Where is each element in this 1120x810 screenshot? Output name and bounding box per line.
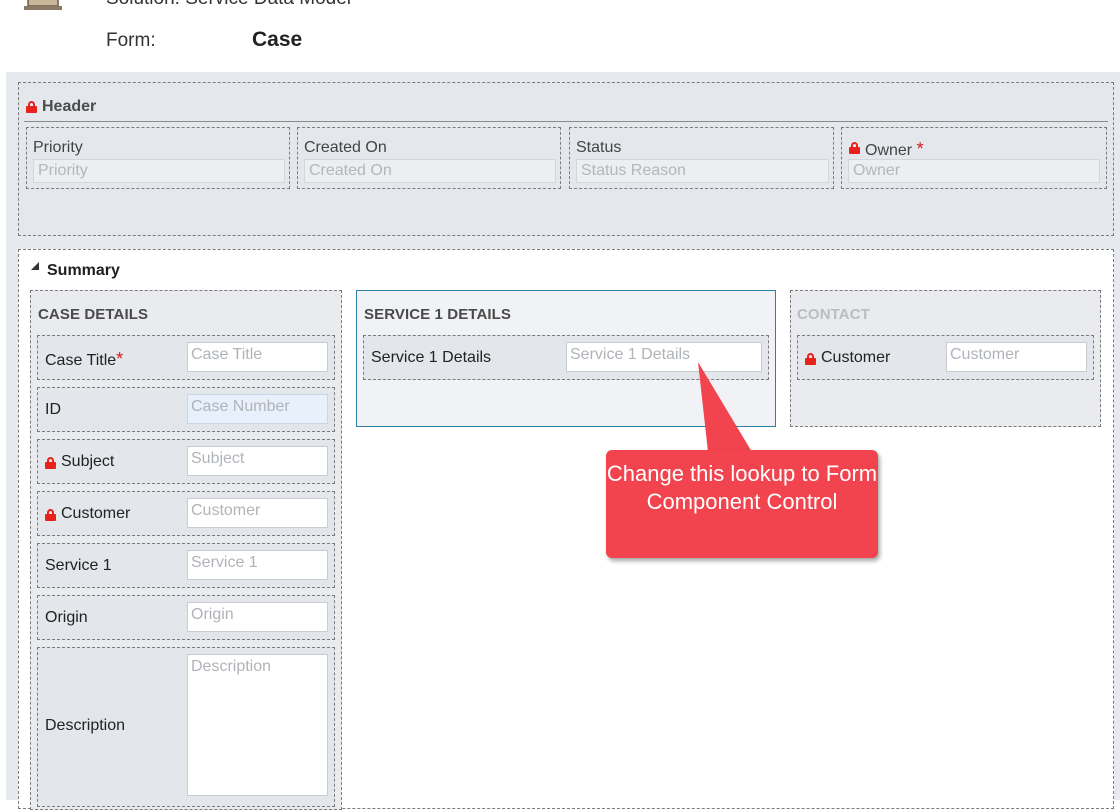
field-label: Service 1 bbox=[45, 557, 112, 574]
field-customer[interactable]: Customer Customer bbox=[37, 491, 335, 536]
subject-input[interactable]: Subject bbox=[187, 446, 328, 476]
field-label: Status bbox=[576, 139, 622, 156]
field-service-1-details[interactable]: Service 1 Details Service 1 Details bbox=[363, 335, 769, 380]
field-label: Owner bbox=[865, 142, 913, 159]
lock-icon bbox=[805, 353, 816, 365]
field-description[interactable]: Description Description bbox=[37, 647, 335, 807]
field-case-title[interactable]: Case Title* Case Title bbox=[37, 335, 335, 380]
field-label: Origin bbox=[45, 609, 88, 626]
case-title-label-wrap: Case Title* bbox=[45, 349, 123, 370]
lock-icon bbox=[849, 142, 860, 154]
required-asterisk: * bbox=[916, 139, 924, 159]
origin-input[interactable]: Origin bbox=[187, 602, 328, 632]
header-title-bar bbox=[24, 92, 1108, 122]
field-label: Customer bbox=[821, 349, 891, 366]
form-editor-header: Solution: Service Data Model Form: Case bbox=[0, 0, 1120, 72]
case-number-input[interactable]: Case Number bbox=[187, 394, 328, 424]
field-id[interactable]: ID Case Number bbox=[37, 387, 335, 432]
solution-icon bbox=[24, 0, 62, 10]
description-input[interactable]: Description bbox=[187, 654, 328, 796]
field-label: Service 1 Details bbox=[371, 349, 492, 366]
owner-label-wrap: Owner * bbox=[865, 139, 924, 160]
created-on-input[interactable]: Created On bbox=[304, 159, 556, 183]
header-title: Header bbox=[42, 98, 97, 115]
customer-input[interactable]: Customer bbox=[187, 498, 328, 528]
field-label: Description bbox=[45, 717, 126, 734]
field-label: Created On bbox=[304, 139, 387, 156]
case-details-title: CASE DETAILS bbox=[38, 306, 149, 323]
contact-title: CONTACT bbox=[797, 306, 870, 323]
summary-title: Summary bbox=[47, 262, 120, 279]
form-name: Case bbox=[252, 28, 303, 51]
callout-text: Change this lookup to Form Component Con… bbox=[606, 461, 878, 514]
field-contact-customer[interactable]: Customer Customer bbox=[797, 335, 1094, 380]
lock-icon bbox=[45, 509, 56, 521]
priority-input[interactable]: Priority bbox=[33, 159, 285, 183]
header-field-status[interactable]: Status Status Reason bbox=[569, 127, 834, 189]
lock-icon bbox=[26, 101, 37, 113]
form-label: Form: bbox=[106, 30, 156, 51]
solution-name: Solution: Service Data Model bbox=[106, 0, 351, 10]
required-asterisk: * bbox=[116, 349, 124, 369]
field-label: Customer bbox=[61, 505, 131, 522]
service-1-details-input[interactable]: Service 1 Details bbox=[566, 342, 762, 372]
header-field-owner[interactable]: Owner * Owner bbox=[841, 127, 1107, 189]
header-field-priority[interactable]: Priority Priority bbox=[26, 127, 290, 189]
field-label: ID bbox=[45, 401, 61, 418]
lock-icon bbox=[45, 457, 56, 469]
field-label: Subject bbox=[61, 453, 115, 470]
contact-customer-input[interactable]: Customer bbox=[946, 342, 1087, 372]
service-1-input[interactable]: Service 1 bbox=[187, 550, 328, 580]
status-input[interactable]: Status Reason bbox=[576, 159, 829, 183]
field-service-1[interactable]: Service 1 Service 1 bbox=[37, 543, 335, 588]
field-label: Priority bbox=[33, 139, 83, 156]
case-title-input[interactable]: Case Title bbox=[187, 342, 328, 372]
field-subject[interactable]: Subject Subject bbox=[37, 439, 335, 484]
owner-input[interactable]: Owner bbox=[848, 159, 1100, 183]
collapse-triangle-icon[interactable] bbox=[31, 262, 39, 270]
service-1-details-title: SERVICE 1 DETAILS bbox=[364, 306, 512, 323]
header-field-created-on[interactable]: Created On Created On bbox=[297, 127, 561, 189]
field-label: Case Title bbox=[45, 352, 117, 369]
field-origin[interactable]: Origin Origin bbox=[37, 595, 335, 640]
